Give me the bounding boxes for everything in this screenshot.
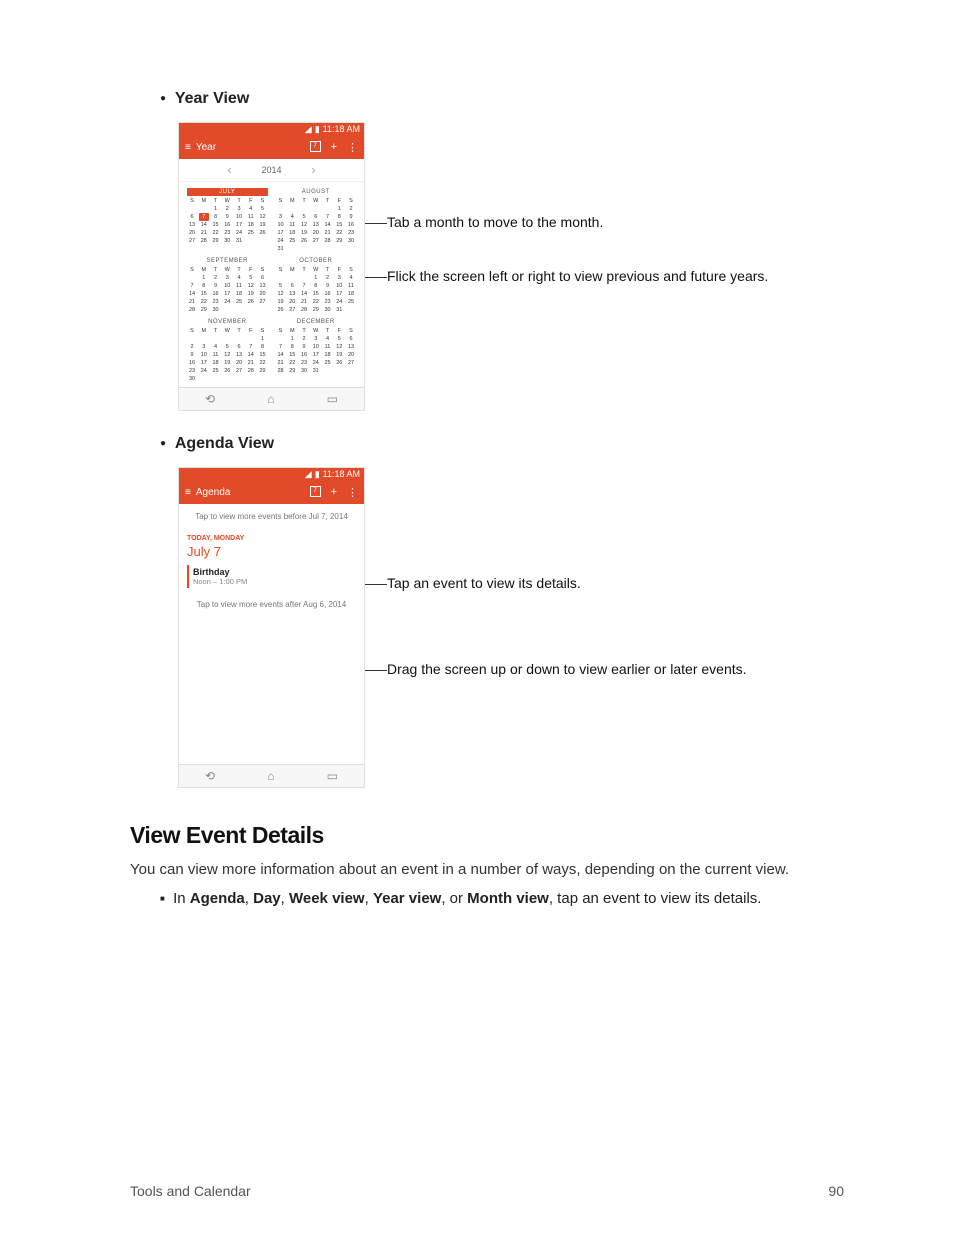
agenda-day-date: July 7 bbox=[187, 544, 356, 559]
battery-icon: ▮ bbox=[315, 469, 320, 480]
status-bar-2: ◢ ▮ 11:18 AM bbox=[179, 468, 364, 480]
agenda-view-label: Agenda View bbox=[175, 435, 274, 452]
month-name: SEPTEMBER bbox=[187, 257, 268, 265]
today-icon[interactable]: 7 bbox=[310, 486, 321, 497]
page-footer: Tools and Calendar 90 bbox=[130, 1183, 844, 1199]
month-block[interactable]: SEPTEMBERSMTWTFS123456789101112131415161… bbox=[187, 257, 268, 314]
prev-year-icon[interactable]: ‹ bbox=[227, 163, 231, 177]
month-name: AUGUST bbox=[276, 188, 357, 196]
more-before[interactable]: Tap to view more events before Jul 7, 20… bbox=[179, 504, 364, 529]
signal-icon: ◢ bbox=[305, 124, 312, 135]
more-after[interactable]: Tap to view more events after Aug 6, 201… bbox=[179, 592, 364, 617]
battery-icon: ▮ bbox=[315, 124, 320, 135]
status-time: 11:18 AM bbox=[323, 124, 360, 134]
callout-tap-event: Tap an event to view its details. bbox=[387, 575, 747, 591]
event-time: Noon – 1:00 PM bbox=[193, 577, 352, 586]
agenda-event[interactable]: Birthday Noon – 1:00 PM bbox=[187, 565, 356, 588]
details-bullet: In Agenda, Day, Week view, Year view, or… bbox=[130, 890, 844, 907]
callout-drag: Drag the screen up or down to view earli… bbox=[387, 661, 747, 677]
phone-nav-bar-2: ⟲ ⌂ ▭ bbox=[179, 764, 364, 787]
phone-nav-bar: ⟲ ⌂ ▭ bbox=[179, 387, 364, 410]
year-view-figure: ◢ ▮ 11:18 AM ≡ Year 7 + ⋮ ‹ 2014 › JULYS… bbox=[178, 122, 844, 411]
home-icon[interactable]: ⌂ bbox=[267, 769, 274, 783]
next-year-icon[interactable]: › bbox=[312, 163, 316, 177]
menu-icon[interactable]: ≡ bbox=[185, 489, 190, 496]
menu-icon[interactable]: ≡ bbox=[185, 144, 190, 151]
app-title-year: Year bbox=[196, 142, 310, 153]
app-bar-agenda: ≡ Agenda 7 + ⋮ bbox=[179, 480, 364, 504]
month-name: NOVEMBER bbox=[187, 318, 268, 326]
overflow-icon[interactable]: ⋮ bbox=[347, 486, 358, 499]
status-bar: ◢ ▮ 11:18 AM bbox=[179, 123, 364, 135]
year-label: 2014 bbox=[261, 165, 281, 175]
phone-agenda: ◢ ▮ 11:18 AM ≡ Agenda 7 + ⋮ Tap to view … bbox=[178, 467, 365, 788]
agenda-body[interactable]: Tap to view more events before Jul 7, 20… bbox=[179, 504, 364, 764]
month-name: JULY bbox=[187, 188, 268, 196]
phone-year: ◢ ▮ 11:18 AM ≡ Year 7 + ⋮ ‹ 2014 › JULYS… bbox=[178, 122, 365, 411]
year-view-label: Year View bbox=[175, 90, 249, 107]
recent-icon[interactable]: ▭ bbox=[327, 769, 338, 783]
back-icon[interactable]: ⟲ bbox=[205, 769, 215, 783]
overflow-icon[interactable]: ⋮ bbox=[347, 141, 358, 154]
app-bar-year: ≡ Year 7 + ⋮ bbox=[179, 135, 364, 159]
month-block[interactable]: OCTOBERSMTWTFS12345678910111213141516171… bbox=[276, 257, 357, 314]
month-block[interactable]: DECEMBERSMTWTFS1234567891011121314151617… bbox=[276, 318, 357, 383]
app-title-agenda: Agenda bbox=[196, 487, 310, 498]
month-name: DECEMBER bbox=[276, 318, 357, 326]
month-block[interactable]: NOVEMBERSMTWTFS1234567891011121314151617… bbox=[187, 318, 268, 383]
agenda-day-label: TODAY, MONDAY bbox=[187, 535, 356, 542]
today-icon[interactable]: 7 bbox=[310, 141, 321, 152]
month-block[interactable]: AUGUSTSMTWTFS123456789101112131415161718… bbox=[276, 188, 357, 253]
agenda-view-figure: ◢ ▮ 11:18 AM ≡ Agenda 7 + ⋮ Tap to view … bbox=[178, 467, 844, 788]
signal-icon: ◢ bbox=[305, 469, 312, 480]
agenda-view-heading: Agenda View bbox=[130, 435, 844, 453]
month-block[interactable]: JULYSMTWTFS12345678910111213141516171819… bbox=[187, 188, 268, 253]
home-icon[interactable]: ⌂ bbox=[267, 392, 274, 406]
agenda-day-header: TODAY, MONDAY July 7 bbox=[179, 529, 364, 561]
year-view-heading: Year View bbox=[130, 90, 844, 108]
event-title: Birthday bbox=[193, 567, 352, 577]
callout-flick: Flick the screen left or right to view p… bbox=[387, 268, 768, 284]
callout-tab-month: Tab a month to move to the month. bbox=[387, 214, 768, 230]
month-name: OCTOBER bbox=[276, 257, 357, 265]
status-time-2: 11:18 AM bbox=[323, 469, 360, 479]
year-nav: ‹ 2014 › bbox=[179, 159, 364, 182]
details-intro: You can view more information about an e… bbox=[130, 861, 844, 878]
months-grid[interactable]: JULYSMTWTFS12345678910111213141516171819… bbox=[179, 182, 364, 387]
view-event-details-heading: View Event Details bbox=[130, 822, 844, 849]
recent-icon[interactable]: ▭ bbox=[327, 392, 338, 406]
footer-page: 90 bbox=[828, 1183, 844, 1199]
footer-section: Tools and Calendar bbox=[130, 1183, 251, 1199]
add-icon[interactable]: + bbox=[331, 486, 337, 499]
back-icon[interactable]: ⟲ bbox=[205, 392, 215, 406]
add-icon[interactable]: + bbox=[331, 141, 337, 154]
